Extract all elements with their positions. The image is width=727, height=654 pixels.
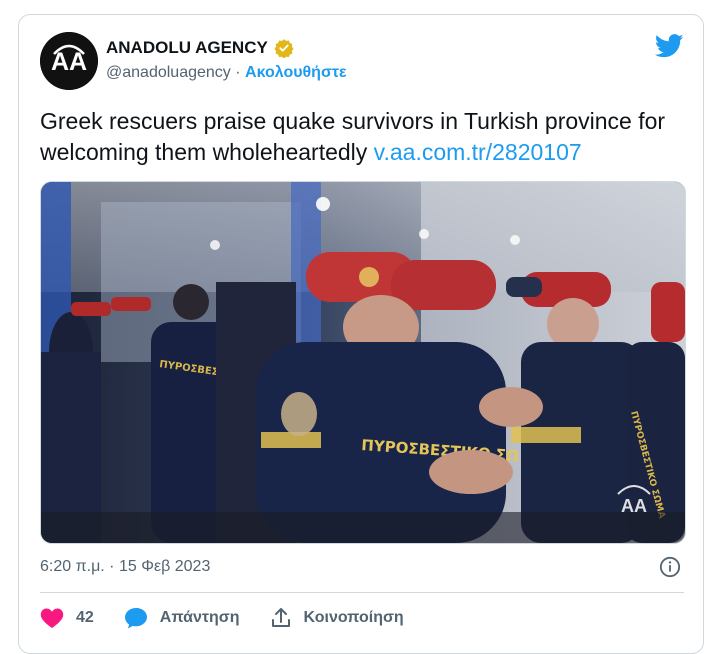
tweet-timestamp[interactable]: 6:20 π.μ. · 15 Φεβ 2023 [40,558,210,576]
author-name-row[interactable]: ANADOLU AGENCY [106,38,294,59]
like-count: 42 [76,609,94,626]
anadolu-logo-icon: AA [40,32,98,90]
handle-separator: · [235,64,241,81]
action-bar: 42 Απάντηση Κοινοποίηση [40,604,434,632]
author-name[interactable]: ANADOLU AGENCY [106,38,268,58]
info-icon[interactable] [659,556,681,578]
divider [40,592,684,593]
svg-text:AA: AA [621,496,647,516]
share-icon [271,608,290,627]
share-label: Κοινοποίηση [303,609,404,626]
reply-label: Απάντηση [159,609,240,626]
tweet-text: Greek rescuers praise quake survivors in… [40,106,690,168]
tweet-photo[interactable]: ΠΥΡΟΣΒΕΣΤΙΚΟ ΣΩΜΑ ΠΥΡΟΣΒΕΣΤΙΚΟ ΣΩΜΑ ΠΥΡΟ… [40,181,686,544]
handle-row: @anadoluagency · Ακολουθήστε [106,64,347,82]
heart-icon [40,608,64,628]
twitter-bird-icon[interactable] [655,34,684,58]
share-button[interactable]: Κοινοποίηση [270,607,404,629]
follow-button[interactable]: Ακολουθήστε [245,64,347,81]
author-handle[interactable]: @anadoluagency [106,64,231,81]
reply-bubble-icon [124,608,147,629]
reply-button[interactable]: Απάντηση [124,607,240,629]
photo-firefighters-hugging: ΠΥΡΟΣΒΕΣΤΙΚΟ ΣΩΜΑ ΠΥΡΟΣΒΕΣΤΙΚΟ ΣΩΜΑ ΠΥΡΟ… [41,182,685,543]
tweet-link[interactable]: v.aa.com.tr/2820107 [374,139,582,165]
author-avatar[interactable]: AA [40,32,98,90]
verified-badge-icon [274,38,294,59]
like-button[interactable]: 42 [40,607,94,629]
